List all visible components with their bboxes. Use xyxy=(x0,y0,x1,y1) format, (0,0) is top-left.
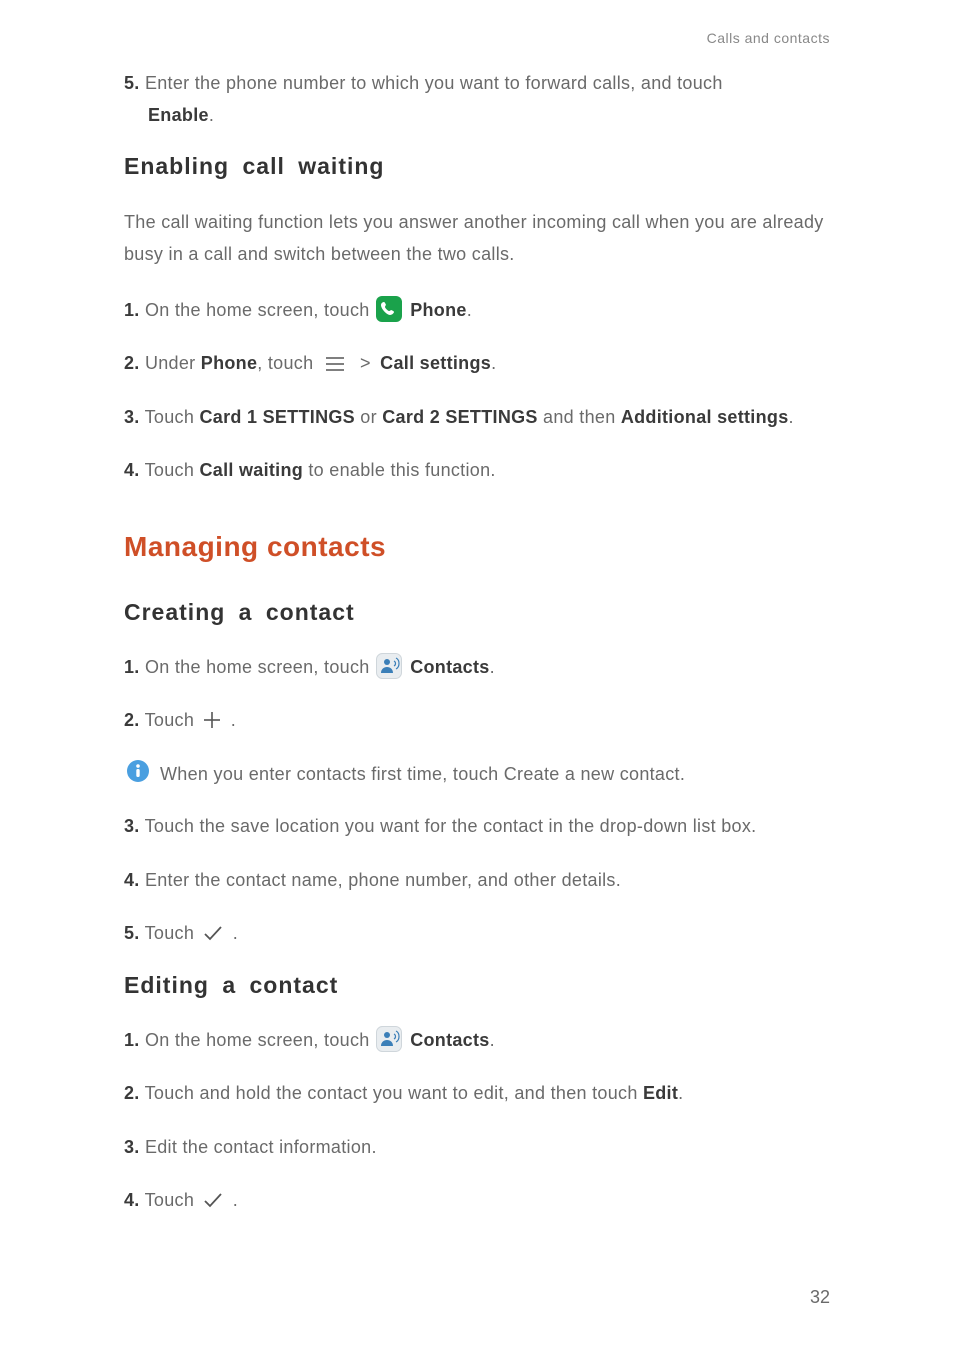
step-create-3: 3. Touch the save location you want for … xyxy=(124,811,830,843)
step-text: Enter the phone number to which you want… xyxy=(145,73,723,93)
step-number: 2. xyxy=(124,1083,140,1103)
checkmark-icon xyxy=(203,1192,223,1208)
step-text: . xyxy=(490,657,495,677)
step-enable-3: 3. Touch Card 1 SETTINGS or Card 2 SETTI… xyxy=(124,402,830,434)
step-text: . xyxy=(678,1083,683,1103)
step-text: On the home screen, touch xyxy=(145,657,375,677)
label-card1-settings: Card 1 SETTINGS xyxy=(199,407,355,427)
label-additional-settings: Additional settings xyxy=(621,407,789,427)
step-create-2: 2. Touch . xyxy=(124,705,830,737)
step-text: Touch xyxy=(145,923,200,943)
label-call-waiting: Call waiting xyxy=(199,460,303,480)
step-create-4: 4. Enter the contact name, phone number,… xyxy=(124,865,830,897)
step-text: to enable this function. xyxy=(303,460,496,480)
step-enable-1: 1. On the home screen, touch Phone. xyxy=(124,295,830,327)
step-edit-4: 4. Touch . xyxy=(124,1185,830,1217)
step-number: 3. xyxy=(124,816,140,836)
step-create-5: 5. Touch . xyxy=(124,918,830,950)
label-phone: Phone xyxy=(410,300,467,320)
step-text: On the home screen, touch xyxy=(145,1030,375,1050)
step-number: 5. xyxy=(124,73,140,93)
page-number: 32 xyxy=(810,1287,830,1308)
step-text: . xyxy=(209,105,214,125)
running-header: Calls and contacts xyxy=(124,30,830,46)
step-edit-1: 1. On the home screen, touch Contacts. xyxy=(124,1025,830,1057)
step-text: . xyxy=(467,300,472,320)
step-text: On the home screen, touch xyxy=(145,300,375,320)
page-content: Calls and contacts 5. Enter the phone nu… xyxy=(0,0,954,1279)
heading-editing-contact: Editing a contact xyxy=(124,972,830,999)
label-contacts: Contacts xyxy=(410,657,489,677)
step-enable-4: 4. Touch Call waiting to enable this fun… xyxy=(124,455,830,487)
step-text: Touch xyxy=(145,407,200,427)
hamburger-menu-icon xyxy=(325,357,345,371)
heading-managing-contacts: Managing contacts xyxy=(124,531,830,563)
step-text: . xyxy=(231,710,236,730)
step-text: Touch xyxy=(145,460,200,480)
label-edit: Edit xyxy=(643,1083,678,1103)
info-text: When you enter contacts first time, touc… xyxy=(160,759,685,790)
checkmark-icon xyxy=(203,925,223,941)
step-number: 2. xyxy=(124,710,140,730)
step-number: 4. xyxy=(124,870,140,890)
label-phone: Phone xyxy=(201,353,258,373)
paragraph-call-waiting-desc: The call waiting function lets you answe… xyxy=(124,206,830,271)
step-number: 5. xyxy=(124,923,140,943)
step-enable-2: 2. Under Phone, touch > Call settings. xyxy=(124,348,830,380)
step-text: , touch xyxy=(257,353,318,373)
plus-icon xyxy=(203,711,221,729)
step-number: 3. xyxy=(124,407,140,427)
contacts-app-icon xyxy=(376,1026,402,1052)
contacts-app-icon xyxy=(376,653,402,679)
step-text: . xyxy=(680,764,685,784)
step-number: 4. xyxy=(124,1190,140,1210)
step-edit-2: 2. Touch and hold the contact you want t… xyxy=(124,1078,830,1110)
step-text: and then xyxy=(538,407,621,427)
step-text: Touch the save location you want for the… xyxy=(145,816,757,836)
step-text: . xyxy=(490,1030,495,1050)
chevron-separator: > xyxy=(360,353,371,373)
step-text: Touch and hold the contact you want to e… xyxy=(145,1083,643,1103)
step-number: 2. xyxy=(124,353,140,373)
step-text: When you enter contacts first time, touc… xyxy=(160,764,504,784)
label-enable: Enable xyxy=(148,105,209,125)
step-text: Under xyxy=(145,353,201,373)
label-contacts: Contacts xyxy=(410,1030,489,1050)
step-number: 1. xyxy=(124,657,140,677)
label-create-new-contact: Create a new contact xyxy=(504,764,680,784)
step-text: . xyxy=(233,1190,238,1210)
step-create-1: 1. On the home screen, touch Contacts. xyxy=(124,652,830,684)
info-icon xyxy=(126,759,150,783)
step-number: 1. xyxy=(124,300,140,320)
heading-enabling-call-waiting: Enabling call waiting xyxy=(124,153,830,180)
step-forward-5: 5. Enter the phone number to which you w… xyxy=(124,68,830,131)
step-number: 3. xyxy=(124,1137,140,1157)
step-text: . xyxy=(789,407,794,427)
step-text: Touch xyxy=(145,1190,200,1210)
label-call-settings: Call settings xyxy=(380,353,491,373)
step-text: or xyxy=(355,407,382,427)
step-number: 4. xyxy=(124,460,140,480)
phone-app-icon xyxy=(376,296,402,322)
label-card2-settings: Card 2 SETTINGS xyxy=(382,407,538,427)
step-text: . xyxy=(491,353,496,373)
step-text: Touch xyxy=(145,710,200,730)
step-edit-3: 3. Edit the contact information. xyxy=(124,1132,830,1164)
step-number: 1. xyxy=(124,1030,140,1050)
info-note-create-contact: When you enter contacts first time, touc… xyxy=(124,759,830,790)
step-text: . xyxy=(233,923,238,943)
heading-creating-contact: Creating a contact xyxy=(124,599,830,626)
step-text: Edit the contact information. xyxy=(145,1137,377,1157)
step-text: Enter the contact name, phone number, an… xyxy=(145,870,621,890)
